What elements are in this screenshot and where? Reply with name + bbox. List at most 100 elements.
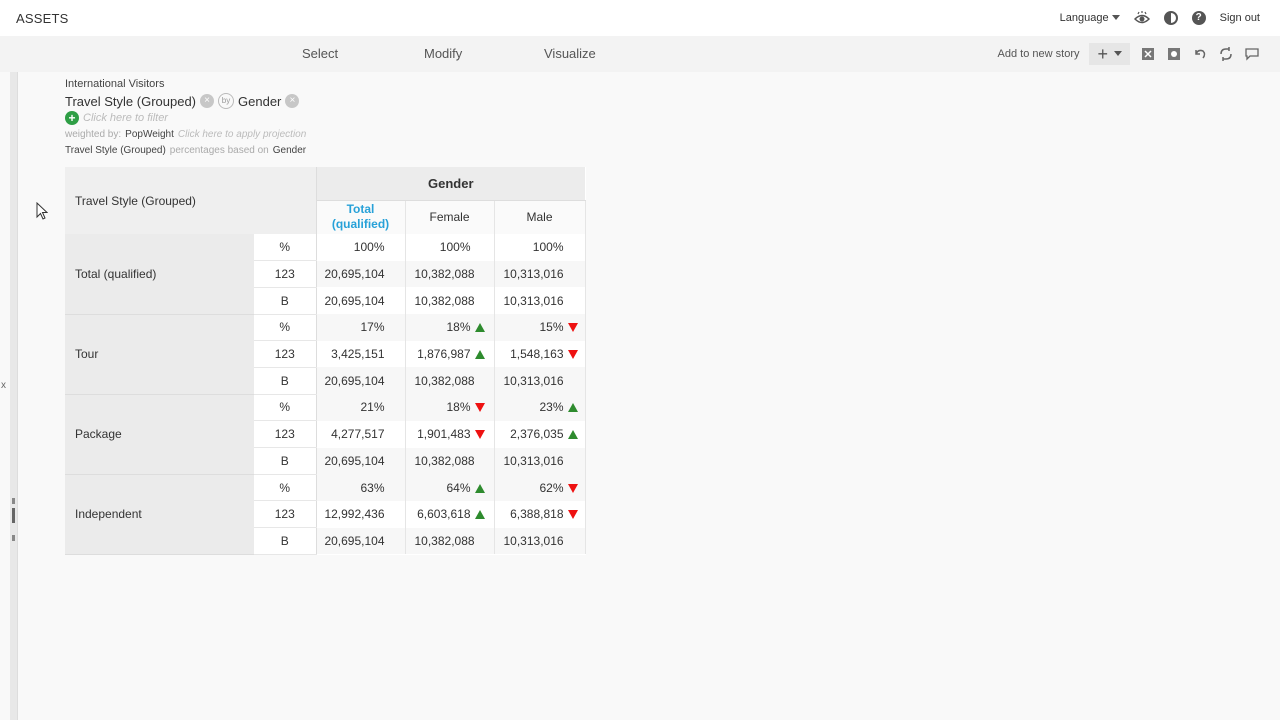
table-cell[interactable]: 10,382,088: [405, 447, 495, 475]
language-dropdown[interactable]: Language: [1060, 12, 1120, 24]
tab-select[interactable]: Select: [302, 46, 338, 61]
column-header-label: Total (qualified): [331, 202, 390, 232]
table-row: Tour% 17% 18% 15%: [65, 314, 586, 395]
filter-hint[interactable]: Click here to filter: [83, 112, 168, 124]
column-variable-header[interactable]: Gender: [316, 167, 585, 201]
cell-value: 6,603,618: [417, 507, 471, 522]
table-cell[interactable]: 1,876,987: [405, 340, 495, 368]
rail-handle[interactable]: [12, 508, 15, 523]
cell-value: 4,277,517: [331, 427, 385, 442]
dataset-name[interactable]: International Visitors: [65, 76, 306, 92]
cell-value: 18%: [446, 320, 471, 335]
table-cell[interactable]: 10,382,088: [405, 367, 495, 395]
add-story-button[interactable]: +: [1089, 43, 1130, 65]
significance-up-icon: [474, 350, 485, 360]
close-icon[interactable]: x: [1, 380, 6, 391]
table-cell[interactable]: 3,425,151: [316, 340, 406, 368]
add-to-story-label[interactable]: Add to new story: [998, 48, 1080, 60]
table-cell[interactable]: 62%: [494, 474, 586, 501]
left-panel-rail[interactable]: [10, 72, 18, 720]
table-cell[interactable]: 4,277,517: [316, 420, 406, 448]
basis-column-variable: Gender: [272, 144, 307, 156]
tab-visualize[interactable]: Visualize: [544, 46, 596, 61]
table-cell[interactable]: 10,313,016: [494, 527, 586, 555]
eye-icon[interactable]: [1133, 11, 1150, 25]
swap-by-icon[interactable]: by: [218, 93, 235, 109]
comment-icon[interactable]: [1244, 46, 1260, 62]
sign-out-link[interactable]: Sign out: [1220, 12, 1260, 24]
column-header-female[interactable]: Female: [405, 200, 495, 234]
table-cell[interactable]: 20,695,104: [316, 447, 406, 475]
rail-arrow-down: [12, 535, 15, 541]
row-variable-header[interactable]: Travel Style (Grouped): [65, 167, 317, 234]
table-cell[interactable]: 20,695,104: [316, 287, 406, 315]
contrast-icon[interactable]: [1163, 11, 1178, 25]
column-header-total[interactable]: Total (qualified): [316, 200, 406, 234]
table-cell[interactable]: 15%: [494, 314, 586, 341]
table-row: Package% 21% 18% 23%: [65, 394, 586, 475]
weight-variable[interactable]: PopWeight: [125, 129, 174, 140]
table-cell[interactable]: 20,695,104: [316, 260, 406, 288]
significance-up-icon: [474, 483, 485, 493]
tab-modify[interactable]: Modify: [424, 46, 462, 61]
plus-icon: +: [1097, 43, 1108, 64]
cell-value: 3,425,151: [331, 347, 385, 362]
column-header-male[interactable]: Male: [494, 200, 586, 234]
cell-value: 17%: [360, 320, 385, 335]
table-cell[interactable]: 10,313,016: [494, 367, 586, 395]
remove-row-variable-icon[interactable]: ×: [200, 94, 215, 108]
table-cell[interactable]: 2,376,035: [494, 420, 586, 448]
significance-down-icon: [567, 510, 578, 520]
table-cell[interactable]: 20,695,104: [316, 527, 406, 555]
table-cell[interactable]: 23%: [494, 394, 586, 421]
rail-arrow-up: [12, 498, 15, 504]
table-cell[interactable]: 10,382,088: [405, 260, 495, 288]
table-cell[interactable]: 100%: [405, 234, 495, 261]
table-cell[interactable]: 6,388,818: [494, 500, 586, 528]
table-cell[interactable]: 63%: [316, 474, 406, 501]
table-cell[interactable]: 10,313,016: [494, 447, 586, 475]
cell-value: 20,695,104: [324, 533, 385, 548]
cell-value: 63%: [360, 480, 385, 495]
table-cell[interactable]: 100%: [494, 234, 586, 261]
nav-bar: Select Modify Visualize Add to new story…: [0, 36, 1280, 72]
cell-value: 15%: [539, 320, 564, 335]
statistic-label: 123: [254, 500, 317, 529]
projection-hint[interactable]: Click here to apply projection: [178, 129, 306, 140]
add-filter-icon[interactable]: +: [65, 111, 79, 125]
table-cell[interactable]: 100%: [316, 234, 406, 261]
help-icon[interactable]: ?: [1191, 11, 1206, 25]
table-cell[interactable]: 18%: [405, 314, 495, 341]
table-cell[interactable]: 64%: [405, 474, 495, 501]
table-cell[interactable]: 21%: [316, 394, 406, 421]
powerpoint-export-icon[interactable]: [1166, 46, 1182, 62]
table-cell[interactable]: 10,382,088: [405, 287, 495, 315]
top-bar: ASSETS Language ? Sign out: [0, 0, 1280, 36]
undo-icon[interactable]: [1192, 46, 1208, 62]
row-category-label[interactable]: Independent: [65, 474, 254, 555]
table-cell[interactable]: 20,695,104: [316, 367, 406, 395]
app-title[interactable]: ASSETS: [16, 11, 69, 26]
row-category-label[interactable]: Total (qualified): [65, 234, 254, 315]
statistic-label: %: [254, 394, 317, 422]
row-category-label[interactable]: Package: [65, 394, 254, 475]
excel-export-icon[interactable]: [1140, 46, 1156, 62]
remove-column-variable-icon[interactable]: ×: [285, 94, 300, 108]
cell-value: 10,313,016: [503, 267, 564, 282]
column-variable-chip[interactable]: Gender: [238, 94, 281, 109]
table-cell[interactable]: 12,992,436: [316, 500, 406, 528]
table-cell[interactable]: 1,901,483: [405, 420, 495, 448]
table-cell[interactable]: 18%: [405, 394, 495, 421]
table-cell[interactable]: 10,313,016: [494, 260, 586, 288]
row-variable-chip[interactable]: Travel Style (Grouped): [65, 94, 196, 109]
filter-row[interactable]: + Click here to filter: [65, 110, 306, 126]
table-cell[interactable]: 17%: [316, 314, 406, 341]
row-category-label[interactable]: Tour: [65, 314, 254, 395]
table-cell[interactable]: 10,313,016: [494, 287, 586, 315]
table-cell[interactable]: 10,382,088: [405, 527, 495, 555]
table-cell[interactable]: 1,548,163: [494, 340, 586, 368]
cell-value: 10,382,088: [414, 293, 475, 308]
statistic-label: %: [254, 474, 317, 502]
refresh-icon[interactable]: [1218, 46, 1234, 62]
table-cell[interactable]: 6,603,618: [405, 500, 495, 528]
